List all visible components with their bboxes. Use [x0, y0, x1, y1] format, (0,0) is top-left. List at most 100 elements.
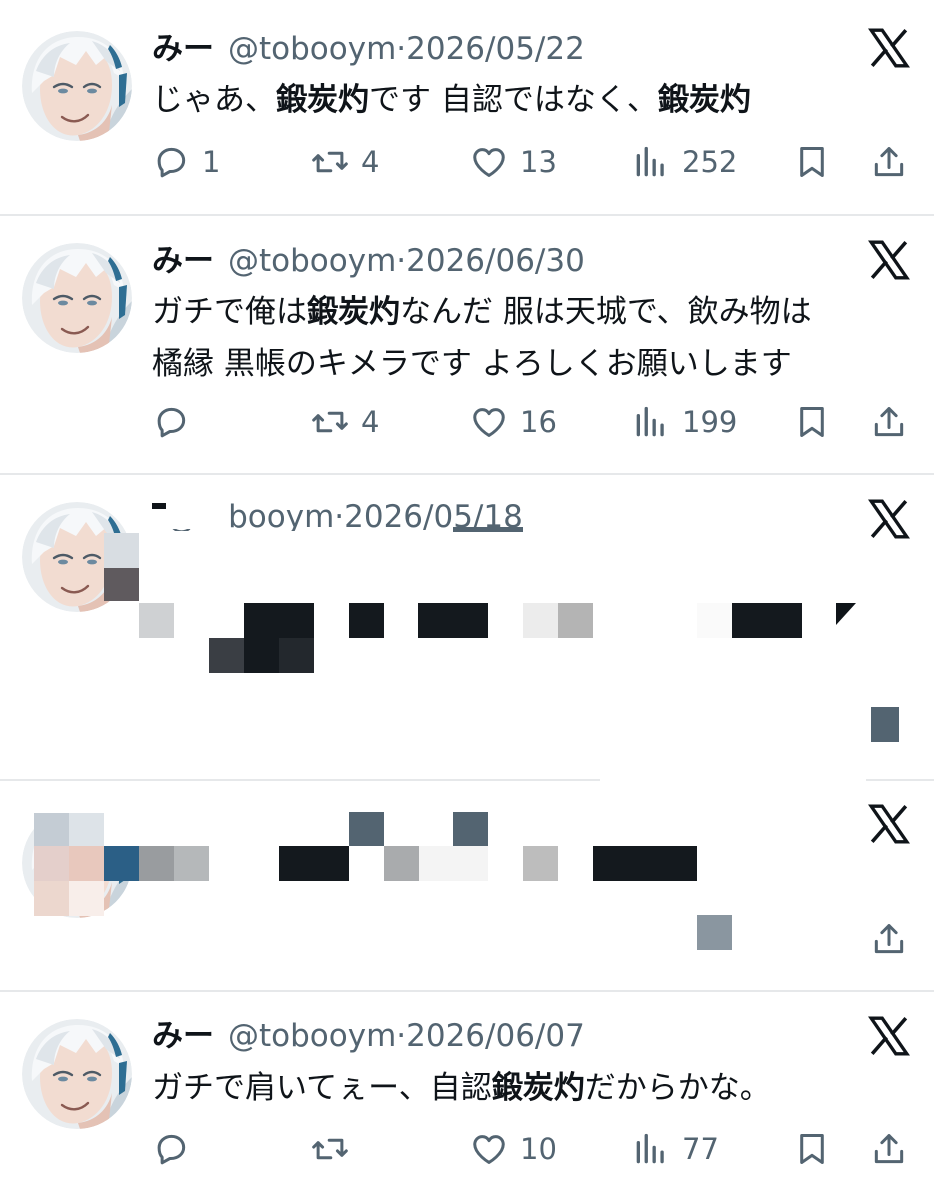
views-count: 77: [682, 1132, 719, 1166]
bold-text: 鍛炭灼: [491, 1070, 585, 1106]
redaction-block: [174, 846, 209, 881]
tweet-text: じゃあ、鍛炭灼です 自認ではなく、鍛炭灼: [152, 74, 751, 126]
tweet-redacted[interactable]: [0, 781, 934, 990]
retweet-button[interactable]: 4: [311, 400, 379, 444]
x-logo-icon[interactable]: [868, 239, 910, 281]
tweet-date[interactable]: 2026/06/07: [406, 1018, 585, 1054]
redaction-block: [697, 603, 732, 638]
x-logo-icon[interactable]: [868, 803, 910, 845]
views-icon: [632, 403, 670, 441]
separator-dot: ·: [396, 1018, 407, 1054]
text-run: なんだ 服は天城で、飲み物は: [400, 294, 812, 330]
redaction-block: [209, 638, 244, 673]
avatar[interactable]: [22, 31, 132, 141]
like-button[interactable]: 16: [470, 400, 557, 444]
retweet-icon: [311, 403, 349, 441]
bookmark-button[interactable]: [793, 1127, 831, 1171]
bookmark-button[interactable]: [793, 400, 831, 444]
reply-button[interactable]: [152, 1127, 202, 1171]
bookmark-button[interactable]: [793, 140, 831, 184]
separator-dot: ·: [396, 31, 407, 67]
tweet-text-line: 橘縁 黒帳のキメラです よろしくお願いします: [152, 338, 812, 390]
tweet[interactable]: みー @tobooym·2026/06/30 ガチで俺は鍛炭灼なんだ 服は天城で、…: [0, 216, 934, 473]
tweet-text-line: じゃあ、鍛炭灼です 自認ではなく、鍛炭灼: [152, 74, 751, 126]
redaction-block: [453, 527, 523, 532]
like-button[interactable]: 10: [470, 1127, 557, 1171]
user-handle[interactable]: @tobooym: [228, 243, 396, 279]
redaction-block: [279, 846, 349, 881]
redaction-block: [139, 603, 174, 638]
bold-text: 鍛炭灼: [307, 294, 400, 330]
reply-button[interactable]: 1: [152, 140, 220, 184]
tweet-text-line: ガチで俺は鍛炭灼なんだ 服は天城で、飲み物は: [152, 286, 812, 338]
retweet-button[interactable]: 4: [311, 140, 379, 184]
text-run: だからかな。: [584, 1070, 771, 1106]
bookmark-icon: [793, 143, 831, 181]
redaction-block: [69, 846, 104, 881]
heart-icon: [470, 403, 508, 441]
like-count: 10: [520, 1132, 557, 1166]
redaction-block: [419, 846, 488, 881]
tweet[interactable]: みー @tobooym·2026/05/22 じゃあ、鍛炭灼です 自認ではなく、鍛…: [0, 0, 934, 214]
views-button[interactable]: 199: [632, 400, 737, 444]
redaction-block: [34, 846, 69, 881]
bold-text: 鍛炭灼: [657, 82, 751, 118]
redaction-block: [104, 846, 139, 881]
reply-icon: [152, 143, 190, 181]
share-button[interactable]: [870, 140, 908, 184]
redaction-block: [104, 811, 140, 847]
redaction-block: [453, 812, 488, 846]
redaction-block: [523, 603, 558, 638]
x-logo-icon[interactable]: [868, 1015, 910, 1057]
redaction-block: [244, 603, 314, 638]
redaction-block: [0, 781, 140, 815]
separator-dot: ·: [396, 243, 407, 279]
share-icon: [870, 403, 908, 441]
like-count: 16: [520, 405, 557, 439]
retweet-button[interactable]: [311, 1127, 361, 1171]
text-run: です 自認ではなく、: [369, 82, 658, 118]
redaction-block: [139, 846, 174, 881]
display-name[interactable]: みー: [152, 31, 214, 67]
redaction-block: [349, 603, 384, 638]
redaction-block: [523, 846, 558, 881]
redaction-block: [593, 846, 697, 881]
redaction-block: [349, 812, 384, 846]
text-run: 橘縁 黒帳のキメラです よろしくお願いします: [152, 346, 792, 382]
display-name[interactable]: みー: [152, 1018, 214, 1054]
reply-button[interactable]: [152, 400, 202, 444]
user-handle[interactable]: @tobooym: [228, 31, 396, 67]
tweet-date[interactable]: 2026/06/30: [406, 243, 585, 279]
reply-icon: [152, 1130, 190, 1168]
reply-icon: [152, 403, 190, 441]
redaction-block: [384, 846, 419, 881]
x-logo-icon[interactable]: [868, 27, 910, 69]
avatar[interactable]: [22, 1019, 132, 1129]
heart-icon: [470, 143, 508, 181]
views-button[interactable]: 77: [632, 1127, 719, 1171]
display-name[interactable]: みー: [152, 243, 214, 279]
tweet[interactable]: みー @tobooym·2026/06/07 ガチで肩いてぇー、自認鍛炭灼だからか…: [0, 992, 934, 1200]
action-bar: 1 4 13 252: [0, 140, 934, 184]
share-icon: [870, 1130, 908, 1168]
share-button[interactable]: [870, 917, 908, 961]
like-button[interactable]: 13: [470, 140, 557, 184]
redaction-block: [279, 638, 314, 673]
redaction-block: [69, 881, 104, 916]
text-run: ガチで俺は: [152, 294, 307, 330]
redaction-block: [34, 881, 69, 916]
redaction-block: [104, 568, 139, 601]
share-button[interactable]: [870, 1127, 908, 1171]
tweet-redacted[interactable]: @tobooym·2026/05/18: [0, 475, 934, 779]
share-icon: [870, 143, 908, 181]
avatar[interactable]: [22, 243, 132, 353]
x-logo-icon[interactable]: [868, 498, 910, 540]
share-button[interactable]: [870, 400, 908, 444]
retweet-icon: [311, 143, 349, 181]
redaction-block: [732, 603, 802, 638]
user-handle[interactable]: @tobooym: [228, 1018, 396, 1054]
views-button[interactable]: 252: [632, 140, 737, 184]
tweet-date[interactable]: 2026/05/22: [406, 31, 585, 67]
bookmark-icon: [793, 403, 831, 441]
reply-count: 1: [202, 145, 221, 179]
